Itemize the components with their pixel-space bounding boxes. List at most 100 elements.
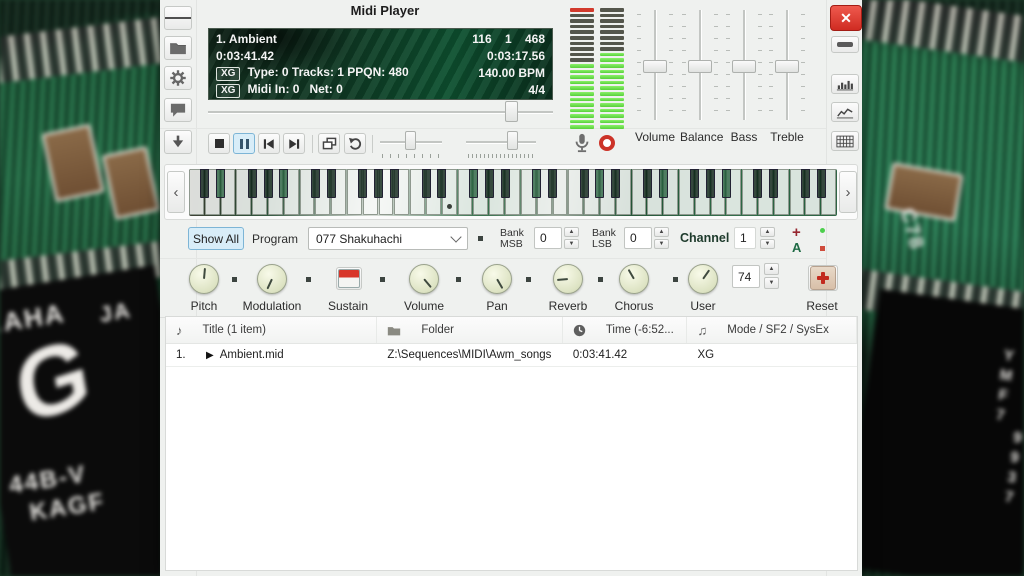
black-key[interactable] bbox=[469, 169, 478, 198]
black-key[interactable] bbox=[374, 169, 383, 198]
column-header-1[interactable]: Folder bbox=[377, 317, 562, 343]
sustain-button[interactable] bbox=[336, 267, 362, 290]
black-key[interactable] bbox=[643, 169, 652, 198]
row-title: Ambient.mid bbox=[220, 349, 284, 361]
black-key[interactable] bbox=[200, 169, 209, 198]
note-icon: ♪ bbox=[176, 323, 183, 338]
column-header-0[interactable]: ♪Title (1 item) bbox=[166, 317, 377, 343]
black-key[interactable] bbox=[532, 169, 541, 198]
open-folder-button[interactable] bbox=[164, 36, 192, 60]
volume-knob[interactable] bbox=[409, 264, 439, 294]
user-spinner[interactable]: ▲▼ bbox=[764, 263, 779, 289]
mixer-slider-balance[interactable]: Balance bbox=[680, 8, 720, 148]
meter-segment bbox=[600, 14, 624, 18]
black-key[interactable] bbox=[390, 169, 399, 198]
bank-lsb-spinner[interactable]: ▲▼ bbox=[654, 227, 669, 249]
black-key[interactable] bbox=[611, 169, 620, 198]
slider-handle[interactable] bbox=[775, 60, 799, 73]
meter-segment bbox=[600, 8, 624, 12]
tempo-slider[interactable] bbox=[380, 131, 442, 153]
pitch-knob[interactable] bbox=[189, 264, 219, 294]
record-button[interactable] bbox=[599, 135, 615, 151]
black-key[interactable] bbox=[595, 169, 604, 198]
playlist-row[interactable]: 1.▶Ambient.midZ:\Sequences\MIDI\Awm_song… bbox=[166, 344, 857, 367]
auto-button[interactable]: A bbox=[792, 240, 801, 255]
reverb-knob[interactable] bbox=[553, 264, 583, 294]
settings-button[interactable] bbox=[164, 66, 192, 90]
pan-knob[interactable] bbox=[482, 264, 512, 294]
mixer-slider-treble[interactable]: Treble bbox=[767, 8, 807, 148]
show-all-button[interactable]: Show All bbox=[188, 227, 244, 250]
column-header-2[interactable]: Time (-6:52... bbox=[563, 317, 688, 343]
piano-keyboard[interactable] bbox=[189, 169, 837, 216]
reset-button[interactable] bbox=[808, 265, 838, 291]
black-key[interactable] bbox=[248, 169, 257, 198]
pitch-handle[interactable] bbox=[507, 131, 518, 150]
seek-track[interactable] bbox=[208, 111, 553, 114]
keyboard-view-button[interactable] bbox=[831, 131, 859, 151]
black-key[interactable] bbox=[311, 169, 320, 198]
black-key[interactable] bbox=[422, 169, 431, 198]
program-select[interactable]: 077 Shakuhachi bbox=[308, 227, 468, 250]
wave-button[interactable] bbox=[831, 102, 859, 122]
chorus-knob[interactable] bbox=[619, 264, 649, 294]
black-key[interactable] bbox=[485, 169, 494, 198]
pitch-slider[interactable] bbox=[466, 131, 536, 153]
black-key[interactable] bbox=[722, 169, 731, 198]
channel-spinner[interactable]: ▲▼ bbox=[760, 227, 775, 249]
column-header-3[interactable]: ♫Mode / SF2 / SysEx bbox=[687, 317, 857, 343]
black-key[interactable] bbox=[437, 169, 446, 198]
meter-segment bbox=[570, 103, 594, 107]
black-key[interactable] bbox=[279, 169, 288, 198]
meter-segment bbox=[570, 30, 594, 34]
stop-button[interactable] bbox=[208, 133, 230, 154]
black-key[interactable] bbox=[817, 169, 826, 198]
black-key[interactable] bbox=[548, 169, 557, 198]
black-key[interactable] bbox=[753, 169, 762, 198]
octave-right-button[interactable]: › bbox=[839, 171, 857, 213]
slider-ticks bbox=[726, 14, 730, 114]
modulation-knob[interactable] bbox=[257, 264, 287, 294]
previous-button[interactable] bbox=[258, 133, 280, 154]
black-key[interactable] bbox=[801, 169, 810, 198]
mixer-slider-volume[interactable]: Volume bbox=[635, 8, 675, 148]
minimize-button[interactable] bbox=[831, 36, 859, 53]
mixer-slider-bass[interactable]: Bass bbox=[724, 8, 764, 148]
bank-lsb-value[interactable]: 0 bbox=[624, 227, 652, 249]
user-knob[interactable] bbox=[688, 264, 718, 294]
black-key[interactable] bbox=[580, 169, 589, 198]
black-key[interactable] bbox=[264, 169, 273, 198]
add-channel-button[interactable]: + bbox=[792, 224, 801, 241]
seek-handle[interactable] bbox=[505, 101, 518, 122]
pitch-track[interactable] bbox=[466, 141, 536, 144]
comments-button[interactable] bbox=[164, 98, 192, 122]
black-key[interactable] bbox=[690, 169, 699, 198]
mic-button[interactable] bbox=[572, 132, 592, 154]
replay-button[interactable] bbox=[344, 133, 366, 154]
spectrum-button[interactable] bbox=[831, 74, 859, 94]
bank-msb-value[interactable]: 0 bbox=[534, 227, 562, 249]
octave-left-button[interactable]: ‹ bbox=[167, 171, 185, 213]
slider-handle[interactable] bbox=[688, 60, 712, 73]
menu-button[interactable] bbox=[164, 6, 192, 30]
user-value[interactable]: 74 bbox=[732, 265, 760, 288]
meter-segment bbox=[600, 53, 624, 57]
loop-button[interactable] bbox=[318, 133, 340, 154]
black-key[interactable] bbox=[706, 169, 715, 198]
black-key[interactable] bbox=[358, 169, 367, 198]
minimize-icon bbox=[837, 42, 853, 47]
tempo-handle[interactable] bbox=[405, 131, 416, 150]
black-key[interactable] bbox=[327, 169, 336, 198]
slider-handle[interactable] bbox=[732, 60, 756, 73]
close-button[interactable]: ✕ bbox=[830, 5, 862, 31]
seek-slider[interactable] bbox=[208, 101, 553, 123]
pause-button[interactable] bbox=[233, 133, 255, 154]
black-key[interactable] bbox=[769, 169, 778, 198]
black-key[interactable] bbox=[659, 169, 668, 198]
next-button[interactable] bbox=[283, 133, 305, 154]
black-key[interactable] bbox=[501, 169, 510, 198]
slider-handle[interactable] bbox=[643, 60, 667, 73]
bank-msb-spinner[interactable]: ▲▼ bbox=[564, 227, 579, 249]
black-key[interactable] bbox=[216, 169, 225, 198]
channel-value[interactable]: 1 bbox=[734, 227, 756, 249]
